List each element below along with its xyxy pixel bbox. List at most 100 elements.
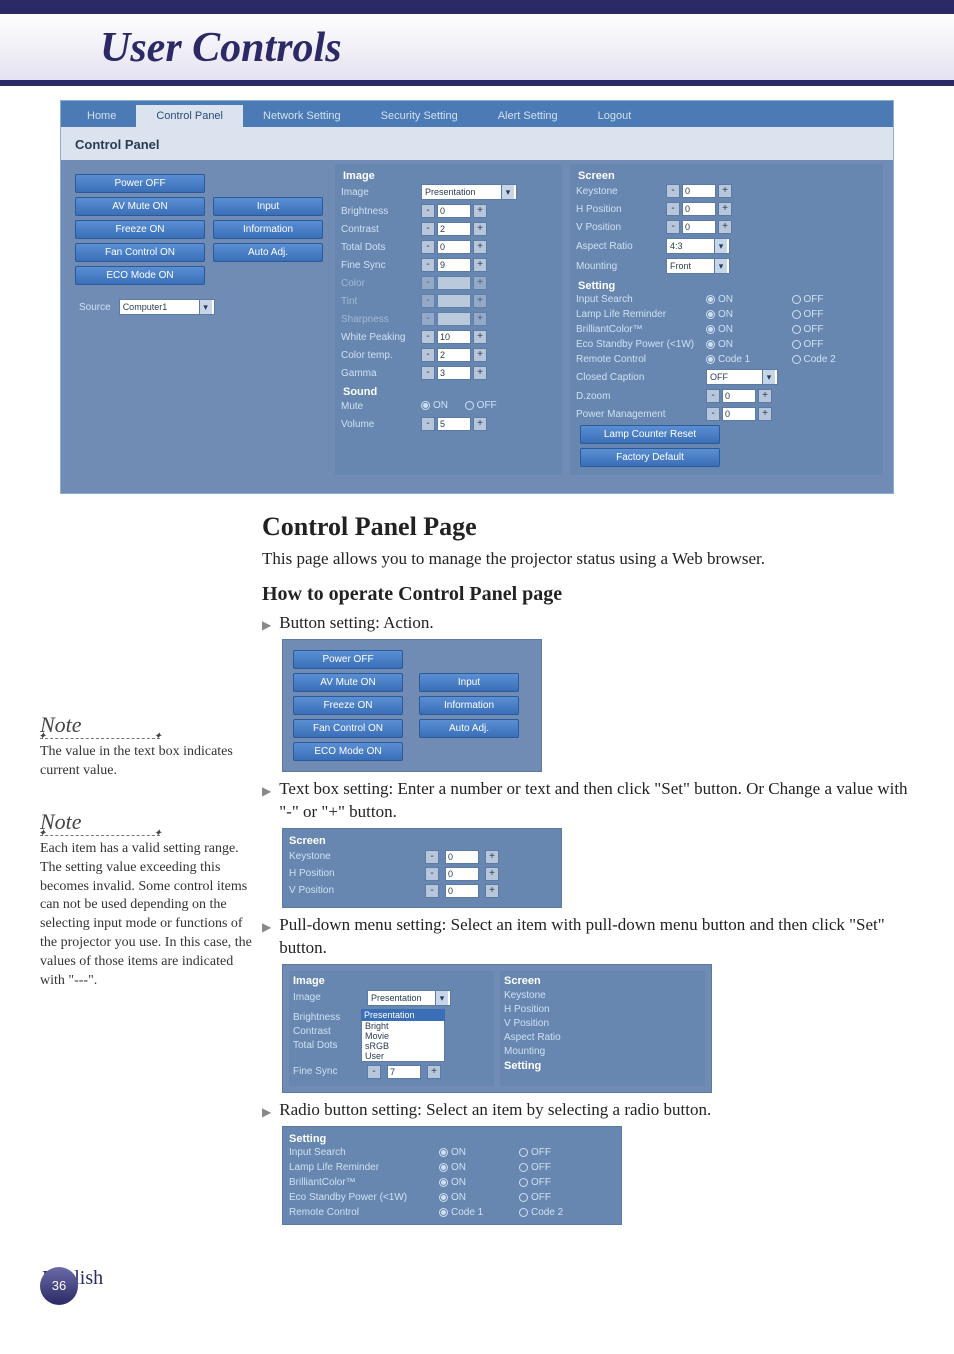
minus-button[interactable]: - — [425, 867, 439, 881]
mini-btn[interactable]: Input — [419, 673, 519, 692]
btn-auto-adj[interactable]: Auto Adj. — [213, 243, 323, 262]
color-temp-input[interactable]: 2 — [437, 348, 471, 362]
mini-btn[interactable]: AV Mute ON — [293, 673, 403, 692]
mute-on-radio[interactable]: ON — [421, 400, 448, 411]
minus-button[interactable]: - — [666, 184, 680, 198]
mini-btn[interactable]: Information — [419, 696, 519, 715]
white-peaking-input[interactable]: 10 — [437, 330, 471, 344]
remote-code2[interactable]: Code 2 — [792, 354, 878, 365]
dzoom-input[interactable]: 0 — [722, 389, 756, 403]
dropdown-option[interactable]: Presentation — [361, 1009, 445, 1021]
gamma-input[interactable]: 3 — [437, 366, 471, 380]
minus-button[interactable]: - — [421, 330, 435, 344]
mini-btn[interactable]: Fan Control ON — [293, 719, 403, 738]
mr-code1[interactable]: Code 1 — [439, 1207, 519, 1218]
brilliant-color-on[interactable]: ON — [706, 324, 792, 335]
tab-network[interactable]: Network Setting — [243, 105, 361, 127]
mini-fine-sync-input[interactable]: 7 — [387, 1065, 421, 1079]
mini-hpos-input[interactable]: 0 — [445, 867, 479, 881]
source-select[interactable]: Computer1 — [119, 299, 215, 315]
minus-button[interactable]: - — [706, 389, 720, 403]
plus-button[interactable]: + — [485, 884, 499, 898]
mini-image-select[interactable]: Presentation — [367, 990, 451, 1006]
keystone-input[interactable]: 0 — [682, 184, 716, 198]
minus-button[interactable]: - — [425, 884, 439, 898]
btn-factory-default[interactable]: Factory Default — [580, 448, 720, 467]
mr-on[interactable]: ON — [439, 1162, 519, 1173]
plus-button[interactable]: + — [485, 867, 499, 881]
plus-button[interactable]: + — [473, 348, 487, 362]
power-mgmt-input[interactable]: 0 — [722, 407, 756, 421]
eco-standby-off[interactable]: OFF — [792, 339, 878, 350]
dropdown-option[interactable]: User — [361, 1051, 445, 1062]
mounting-select[interactable]: Front — [666, 258, 730, 274]
lamp-reminder-off[interactable]: OFF — [792, 309, 878, 320]
dropdown-option[interactable]: Movie — [361, 1031, 445, 1041]
h-position-input[interactable]: 0 — [682, 202, 716, 216]
aspect-ratio-select[interactable]: 4:3 — [666, 238, 730, 254]
plus-button[interactable]: + — [718, 202, 732, 216]
volume-input[interactable]: 5 — [437, 417, 471, 431]
minus-button[interactable]: - — [367, 1065, 381, 1079]
mini-btn[interactable]: Auto Adj. — [419, 719, 519, 738]
mr-on[interactable]: ON — [439, 1147, 519, 1158]
plus-button[interactable]: + — [758, 407, 772, 421]
input-search-on[interactable]: ON — [706, 294, 792, 305]
btn-fan-control[interactable]: Fan Control ON — [75, 243, 205, 262]
total-dots-input[interactable]: 0 — [437, 240, 471, 254]
image-select[interactable]: Presentation — [421, 184, 517, 200]
dropdown-option[interactable]: Bright — [361, 1021, 445, 1031]
mr-off[interactable]: OFF — [519, 1147, 599, 1158]
mr-off[interactable]: OFF — [519, 1162, 599, 1173]
plus-button[interactable]: + — [427, 1065, 441, 1079]
minus-button[interactable]: - — [421, 348, 435, 362]
tab-home[interactable]: Home — [67, 105, 136, 127]
minus-button[interactable]: - — [666, 220, 680, 234]
minus-button[interactable]: - — [666, 202, 680, 216]
remote-code1[interactable]: Code 1 — [706, 354, 792, 365]
mr-off[interactable]: OFF — [519, 1192, 599, 1203]
minus-button[interactable]: - — [421, 240, 435, 254]
tab-alert[interactable]: Alert Setting — [478, 105, 578, 127]
mini-btn[interactable]: Power OFF — [293, 650, 403, 669]
btn-lamp-reset[interactable]: Lamp Counter Reset — [580, 425, 720, 444]
minus-button[interactable]: - — [421, 258, 435, 272]
input-search-off[interactable]: OFF — [792, 294, 878, 305]
tab-logout[interactable]: Logout — [578, 105, 652, 127]
btn-power-off[interactable]: Power OFF — [75, 174, 205, 193]
plus-button[interactable]: + — [473, 258, 487, 272]
plus-button[interactable]: + — [718, 220, 732, 234]
plus-button[interactable]: + — [473, 330, 487, 344]
btn-information[interactable]: Information — [213, 220, 323, 239]
contrast-input[interactable]: 2 — [437, 222, 471, 236]
plus-button[interactable]: + — [473, 222, 487, 236]
minus-button[interactable]: - — [425, 850, 439, 864]
brightness-input[interactable]: 0 — [437, 204, 471, 218]
btn-input[interactable]: Input — [213, 197, 323, 216]
plus-button[interactable]: + — [473, 417, 487, 431]
mr-off[interactable]: OFF — [519, 1177, 599, 1188]
closed-caption-select[interactable]: OFF — [706, 369, 778, 385]
dropdown-option[interactable]: sRGB — [361, 1041, 445, 1051]
mute-off-radio[interactable]: OFF — [465, 400, 497, 411]
lamp-reminder-on[interactable]: ON — [706, 309, 792, 320]
plus-button[interactable]: + — [485, 850, 499, 864]
tab-control-panel[interactable]: Control Panel — [136, 105, 243, 127]
btn-freeze[interactable]: Freeze ON — [75, 220, 205, 239]
btn-av-mute[interactable]: AV Mute ON — [75, 197, 205, 216]
eco-standby-on[interactable]: ON — [706, 339, 792, 350]
plus-button[interactable]: + — [718, 184, 732, 198]
minus-button[interactable]: - — [421, 222, 435, 236]
brilliant-color-off[interactable]: OFF — [792, 324, 878, 335]
mini-btn[interactable]: Freeze ON — [293, 696, 403, 715]
btn-eco-mode[interactable]: ECO Mode ON — [75, 266, 205, 285]
minus-button[interactable]: - — [421, 417, 435, 431]
minus-button[interactable]: - — [421, 204, 435, 218]
mr-on[interactable]: ON — [439, 1192, 519, 1203]
mini-keystone-input[interactable]: 0 — [445, 850, 479, 864]
minus-button[interactable]: - — [706, 407, 720, 421]
minus-button[interactable]: - — [421, 366, 435, 380]
v-position-input[interactable]: 0 — [682, 220, 716, 234]
mini-btn[interactable]: ECO Mode ON — [293, 742, 403, 761]
mini-vpos-input[interactable]: 0 — [445, 884, 479, 898]
